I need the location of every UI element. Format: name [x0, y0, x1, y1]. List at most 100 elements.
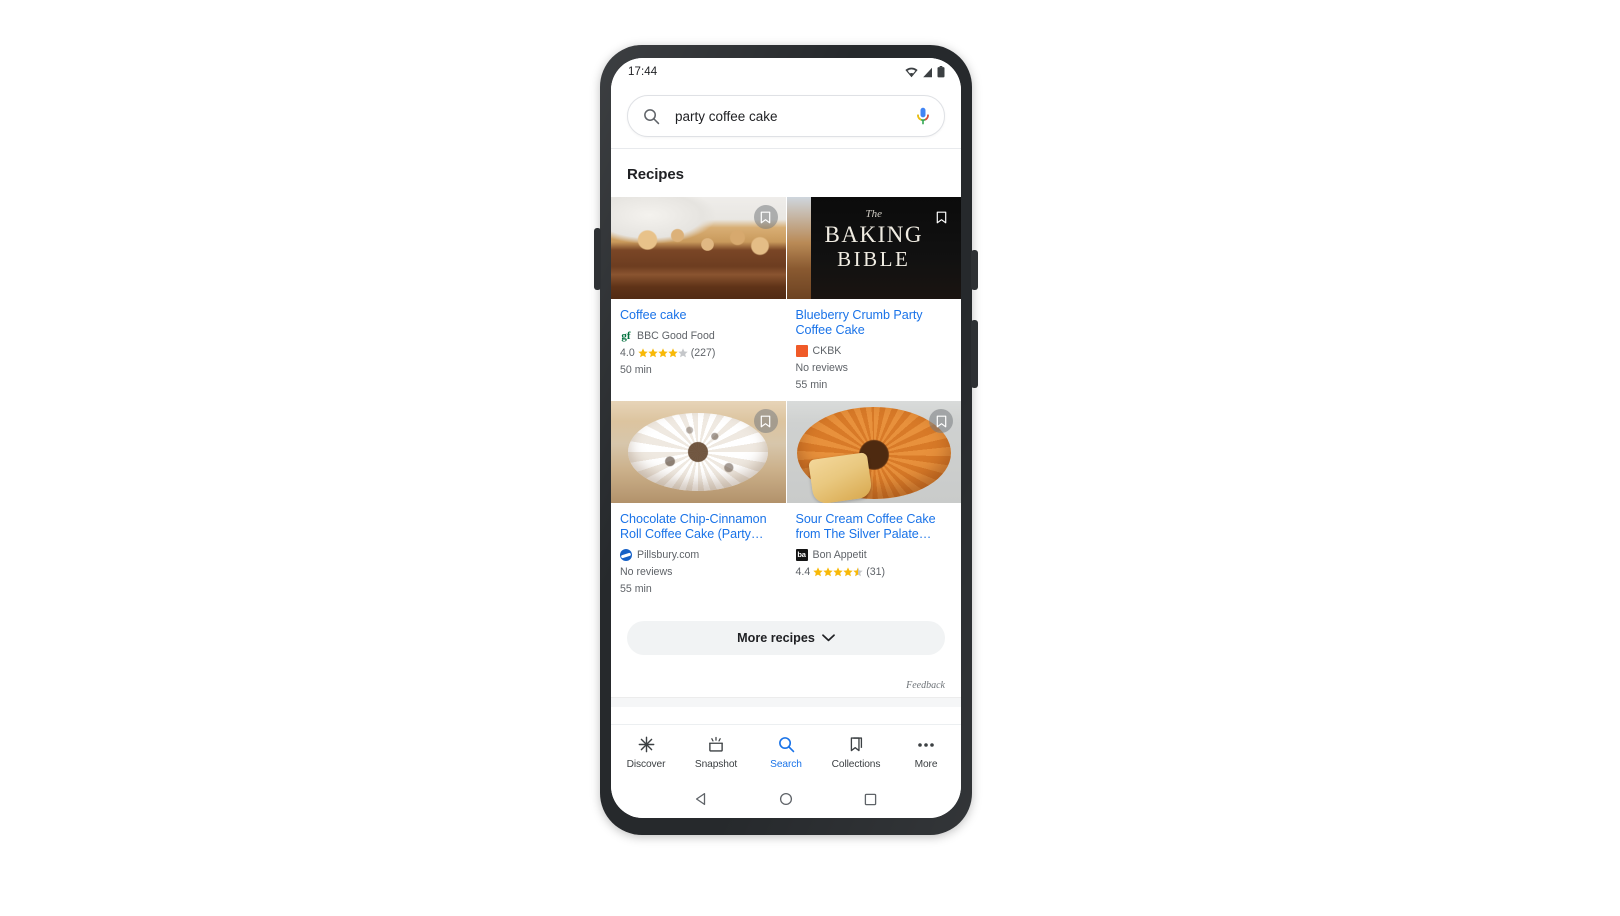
recipe-card[interactable]: Coffee cake gf BBC Good Food 4.0 (227) 5… — [611, 197, 786, 401]
tab-label: Search — [770, 758, 802, 770]
star-icon-empty — [678, 348, 688, 358]
star-rating — [638, 348, 688, 358]
recipe-details: Blueberry Crumb Party Coffee Cake CKBK N… — [787, 299, 962, 401]
cake-slice-detail — [808, 452, 874, 503]
screenshot-stage: 17:44 party coffee cake Recipes Coffee c… — [0, 0, 1620, 916]
bookmark-button[interactable] — [753, 409, 778, 433]
recipe-image[interactable]: The BAKING BIBLE — [786, 197, 961, 299]
recipe-time: 55 min — [795, 379, 828, 391]
cellular-signal-icon — [923, 67, 932, 77]
bookmark-button[interactable] — [929, 205, 953, 229]
star-icon — [843, 567, 853, 577]
overflow-dots-icon — [917, 736, 935, 754]
recipe-time: 55 min — [620, 583, 652, 595]
home-button[interactable] — [777, 790, 795, 808]
search-query-text: party coffee cake — [675, 108, 778, 124]
star-icon — [658, 348, 668, 358]
recipe-source-name: CKBK — [812, 345, 842, 357]
tab-label: Snapshot — [694, 758, 738, 770]
bookmark-button[interactable] — [929, 409, 953, 433]
star-icon — [668, 348, 678, 358]
search-icon — [778, 736, 795, 754]
pillsbury-favicon — [620, 549, 632, 561]
wifi-icon — [905, 67, 918, 77]
feedback-container: Feedback — [611, 675, 961, 697]
recipe-source-name: BBC Good Food — [637, 330, 715, 342]
recipe-source: CKBK — [795, 345, 953, 357]
search-input[interactable]: party coffee cake — [627, 95, 945, 137]
recipe-source: ba Bon Appetit — [795, 549, 953, 561]
more-recipes-button[interactable]: More recipes — [627, 621, 945, 655]
bookmark-icon — [936, 211, 946, 223]
search-icon — [644, 108, 660, 124]
chevron-down-icon — [821, 634, 835, 642]
star-icon — [823, 567, 833, 577]
recents-button[interactable] — [862, 790, 880, 808]
recipe-card[interactable]: Sour Cream Coffee Cake from The Silver P… — [786, 401, 962, 605]
back-button[interactable] — [692, 790, 710, 808]
phone-screen: 17:44 party coffee cake Recipes Coffee c… — [611, 58, 961, 818]
bookmark-button[interactable] — [753, 205, 778, 229]
tab-label: More — [914, 758, 938, 770]
recipe-image[interactable] — [611, 401, 786, 503]
page-title: Recipes — [627, 166, 684, 183]
recipe-grid: Coffee cake gf BBC Good Food 4.0 (227) 5… — [611, 197, 961, 605]
tab-label: Collections — [831, 758, 881, 770]
microphone-icon[interactable] — [916, 107, 930, 126]
battery-icon — [937, 66, 945, 78]
review-count: (227) — [690, 347, 716, 359]
status-bar: 17:44 — [611, 58, 961, 86]
bookmark-icon — [760, 211, 771, 223]
star-icon — [813, 567, 823, 577]
feedback-link[interactable]: Feedback — [906, 680, 945, 691]
recipe-image[interactable] — [611, 197, 786, 299]
rating-value: 4.4 — [795, 566, 811, 578]
cake-glaze-detail — [628, 413, 769, 491]
android-nav-bar — [611, 780, 961, 818]
bookmark-icon — [936, 415, 946, 427]
bottom-tab-bar: Discover Snapshot Search Collections Mor… — [611, 724, 961, 780]
recipe-details: Coffee cake gf BBC Good Food 4.0 (227) 5… — [611, 299, 786, 386]
recipe-time: 50 min — [620, 364, 652, 376]
recipe-card[interactable]: Chocolate Chip-Cinnamon Roll Coffee Cake… — [611, 401, 786, 605]
recipe-card[interactable]: The BAKING BIBLE Blueberry Crumb Party C… — [786, 197, 962, 401]
bbc-good-food-favicon: gf — [620, 330, 632, 342]
asterisk-icon — [638, 736, 655, 754]
star-icon — [648, 348, 658, 358]
review-count: (31) — [866, 566, 886, 578]
volume-button[interactable] — [594, 228, 601, 290]
book-cover-line2: BIBLE — [837, 247, 911, 272]
tab-label: Discover — [626, 758, 666, 770]
bookmark-icon — [760, 415, 771, 427]
content-bottom-band — [611, 697, 961, 707]
recipe-details: Sour Cream Coffee Cake from The Silver P… — [787, 503, 962, 588]
status-bar-icons — [905, 66, 945, 78]
circle-home-icon — [779, 792, 793, 806]
more-recipes-container: More recipes — [611, 605, 961, 655]
star-icon — [638, 348, 648, 358]
star-rating — [813, 567, 863, 577]
status-bar-clock: 17:44 — [628, 66, 658, 78]
recipe-image[interactable] — [786, 401, 961, 503]
bon-appetit-favicon: ba — [795, 549, 808, 561]
recipe-title[interactable]: Coffee cake — [620, 308, 777, 323]
recipe-source: gf BBC Good Food — [620, 330, 777, 342]
tab-discover[interactable]: Discover — [611, 736, 681, 770]
secondary-side-button[interactable] — [971, 320, 978, 388]
recipe-source: Pillsbury.com — [620, 549, 777, 561]
power-button[interactable] — [971, 250, 978, 290]
tab-snapshot[interactable]: Snapshot — [681, 736, 751, 770]
square-recents-icon — [864, 793, 877, 805]
recipe-no-reviews: No reviews — [795, 362, 848, 374]
tab-collections[interactable]: Collections — [821, 736, 891, 770]
recipe-title[interactable]: Blueberry Crumb Party Coffee Cake — [796, 308, 953, 338]
recipe-title[interactable]: Chocolate Chip-Cinnamon Roll Coffee Cake… — [620, 512, 777, 542]
star-icon — [833, 567, 843, 577]
tab-more[interactable]: More — [891, 736, 961, 770]
recipe-no-reviews: No reviews — [620, 566, 673, 578]
tab-search[interactable]: Search — [751, 736, 821, 770]
star-icon-half — [853, 567, 863, 577]
recipe-source-name: Bon Appetit — [812, 549, 867, 561]
recipe-title[interactable]: Sour Cream Coffee Cake from The Silver P… — [796, 512, 953, 542]
recipe-source-name: Pillsbury.com — [637, 549, 700, 561]
